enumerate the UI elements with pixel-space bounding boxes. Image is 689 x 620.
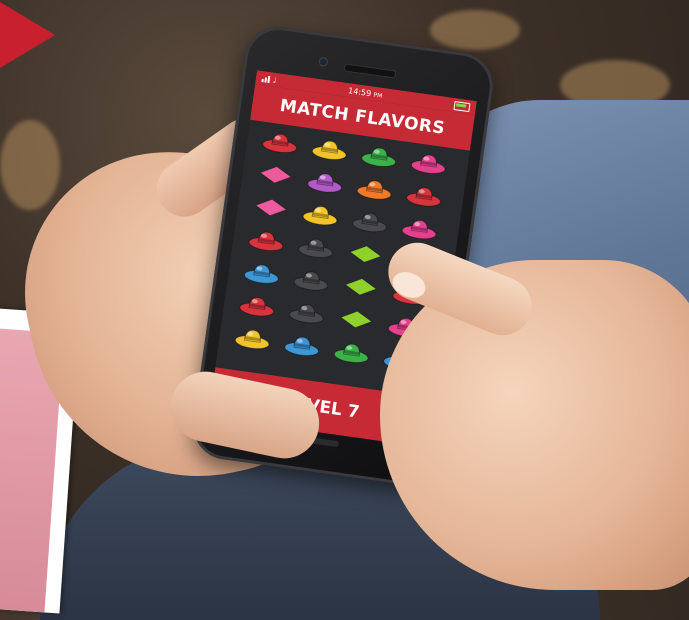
green-hat-tile[interactable] <box>331 338 372 367</box>
yellow-hat-tile[interactable] <box>300 200 341 229</box>
front-camera <box>318 56 329 67</box>
clock-time: 14:59 <box>347 85 372 98</box>
black-hat-tile[interactable] <box>350 207 391 236</box>
battery-icon <box>453 100 471 112</box>
red-hat-tile[interactable] <box>404 181 445 210</box>
black-hat-tile[interactable] <box>286 298 327 327</box>
black-hat-tile[interactable] <box>291 265 332 294</box>
yellow-hat-tile[interactable] <box>232 324 273 353</box>
blue-hat-tile[interactable] <box>241 258 282 287</box>
corner-arrow-decoration <box>0 0 55 80</box>
volume-icon: ♩ <box>272 75 278 85</box>
black-hat-tile[interactable] <box>295 233 336 262</box>
diamond-gem-tile[interactable] <box>251 193 292 222</box>
signal-icon <box>261 74 271 84</box>
background-leaf <box>0 120 60 210</box>
green-hat-tile[interactable] <box>359 142 400 171</box>
yellow-hat-tile[interactable] <box>309 135 350 164</box>
background-leaf <box>430 10 520 50</box>
red-hat-tile[interactable] <box>246 226 287 255</box>
clock-suffix: PM <box>373 91 383 100</box>
diamond-gem-tile[interactable] <box>336 305 377 334</box>
purple-hat-tile[interactable] <box>305 167 346 196</box>
blue-hat-tile[interactable] <box>282 331 323 360</box>
pink-hat-tile[interactable] <box>408 149 449 178</box>
red-hat-tile[interactable] <box>260 128 301 157</box>
diamond-gem-tile[interactable] <box>345 240 386 269</box>
diamond-gem-tile[interactable] <box>255 160 296 189</box>
red-hat-tile[interactable] <box>237 291 278 320</box>
earpiece-speaker <box>343 63 397 79</box>
diamond-gem-tile[interactable] <box>340 272 381 301</box>
pink-hat-tile[interactable] <box>399 214 440 243</box>
orange-hat-tile[interactable] <box>354 174 395 203</box>
